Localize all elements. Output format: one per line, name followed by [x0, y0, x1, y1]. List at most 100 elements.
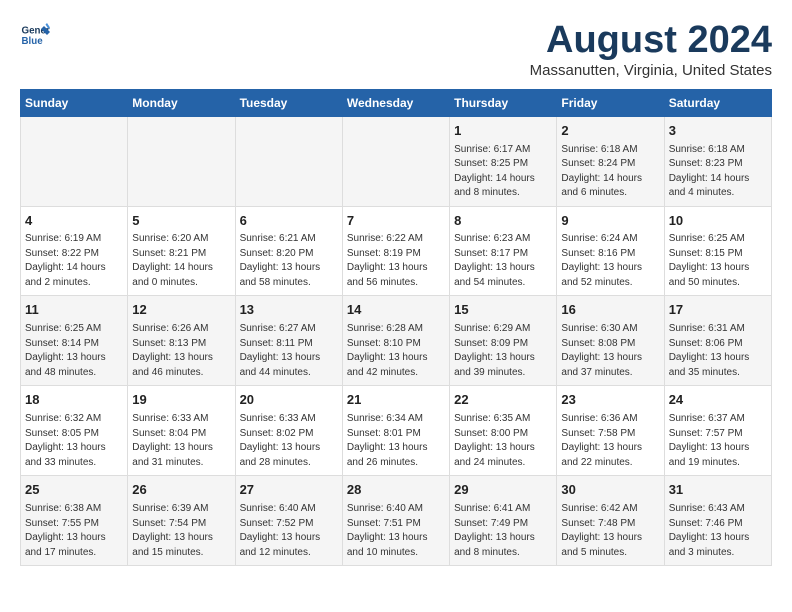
day-cell: 1 Sunrise: 6:17 AM Sunset: 8:25 PM Daylig… — [450, 116, 557, 206]
day-number: 6 — [240, 212, 338, 231]
day-info: Sunrise: 6:28 AM Sunset: 8:10 PM Dayligh… — [347, 322, 445, 380]
day-info: Sunrise: 6:35 AM Sunset: 8:00 PM Dayligh… — [454, 412, 552, 470]
day-number: 2 — [561, 122, 659, 141]
week-row-3: 11Sunrise: 6:25 AM Sunset: 8:14 PM Dayli… — [21, 296, 772, 386]
day-cell: 4Sunrise: 6:19 AM Sunset: 8:22 PM Daylig… — [21, 206, 128, 296]
day-number: 30 — [561, 481, 659, 500]
day-info: Sunrise: 6:21 AM Sunset: 8:20 PM Dayligh… — [240, 232, 338, 290]
day-cell: 17 Sunrise: 6:31 AM Sunset: 8:06 PM Dayli… — [664, 296, 771, 386]
calendar-table: SundayMondayTuesdayWednesdayThursdayFrid… — [20, 89, 772, 566]
day-number: 12 — [132, 301, 230, 320]
day-number: 23 — [561, 391, 659, 410]
day-number: 3 — [669, 122, 767, 141]
day-number: 13 — [240, 301, 338, 320]
day-number: 21 — [347, 391, 445, 410]
day-info: Sunrise: 6:32 AM Sunset: 8:05 PM Dayligh… — [25, 412, 123, 470]
day-cell: 5Sunrise: 6:20 AM Sunset: 8:21 PM Daylig… — [128, 206, 235, 296]
day-number: 4 — [25, 212, 123, 231]
week-row-4: 18 Sunrise: 6:32 AM Sunset: 8:05 PM Dayli… — [21, 386, 772, 476]
day-info: Sunrise: 6:20 AM Sunset: 8:21 PM Dayligh… — [132, 232, 230, 290]
svg-text:Blue: Blue — [22, 36, 44, 47]
day-info: Sunrise: 6:41 AM Sunset: 7:49 PM Dayligh… — [454, 502, 552, 560]
day-info: Sunrise: 6:40 AM Sunset: 7:52 PM Dayligh… — [240, 502, 338, 560]
day-number: 24 — [669, 391, 767, 410]
column-header-tuesday: Tuesday — [235, 89, 342, 116]
day-cell: 7Sunrise: 6:22 AM Sunset: 8:19 PM Daylig… — [342, 206, 449, 296]
day-info: Sunrise: 6:22 AM Sunset: 8:19 PM Dayligh… — [347, 232, 445, 290]
day-cell: 22 Sunrise: 6:35 AM Sunset: 8:00 PM Dayli… — [450, 386, 557, 476]
day-cell: 20 Sunrise: 6:33 AM Sunset: 8:02 PM Dayli… — [235, 386, 342, 476]
day-info: Sunrise: 6:18 AM Sunset: 8:24 PM Dayligh… — [561, 143, 659, 201]
day-cell: 12Sunrise: 6:26 AM Sunset: 8:13 PM Dayli… — [128, 296, 235, 386]
day-info: Sunrise: 6:17 AM Sunset: 8:25 PM Dayligh… — [454, 143, 552, 201]
day-info: Sunrise: 6:33 AM Sunset: 8:04 PM Dayligh… — [132, 412, 230, 470]
week-row-5: 25 Sunrise: 6:38 AM Sunset: 7:55 PM Dayli… — [21, 476, 772, 566]
calendar-header: SundayMondayTuesdayWednesdayThursdayFrid… — [21, 89, 772, 116]
day-cell: 28 Sunrise: 6:40 AM Sunset: 7:51 PM Dayli… — [342, 476, 449, 566]
day-number: 7 — [347, 212, 445, 231]
day-number: 1 — [454, 122, 552, 141]
week-row-1: 1 Sunrise: 6:17 AM Sunset: 8:25 PM Daylig… — [21, 116, 772, 206]
day-cell: 8Sunrise: 6:23 AM Sunset: 8:17 PM Daylig… — [450, 206, 557, 296]
day-number: 27 — [240, 481, 338, 500]
day-info: Sunrise: 6:33 AM Sunset: 8:02 PM Dayligh… — [240, 412, 338, 470]
day-cell — [21, 116, 128, 206]
day-number: 15 — [454, 301, 552, 320]
day-info: Sunrise: 6:31 AM Sunset: 8:06 PM Dayligh… — [669, 322, 767, 380]
day-cell — [342, 116, 449, 206]
day-cell — [235, 116, 342, 206]
day-info: Sunrise: 6:39 AM Sunset: 7:54 PM Dayligh… — [132, 502, 230, 560]
day-info: Sunrise: 6:37 AM Sunset: 7:57 PM Dayligh… — [669, 412, 767, 470]
day-info: Sunrise: 6:29 AM Sunset: 8:09 PM Dayligh… — [454, 322, 552, 380]
day-number: 22 — [454, 391, 552, 410]
day-number: 9 — [561, 212, 659, 231]
day-number: 5 — [132, 212, 230, 231]
day-info: Sunrise: 6:38 AM Sunset: 7:55 PM Dayligh… — [25, 502, 123, 560]
day-info: Sunrise: 6:18 AM Sunset: 8:23 PM Dayligh… — [669, 143, 767, 201]
day-cell: 14 Sunrise: 6:28 AM Sunset: 8:10 PM Dayli… — [342, 296, 449, 386]
day-cell: 26Sunrise: 6:39 AM Sunset: 7:54 PM Dayli… — [128, 476, 235, 566]
day-number: 17 — [669, 301, 767, 320]
day-number: 16 — [561, 301, 659, 320]
day-number: 11 — [25, 301, 123, 320]
day-info: Sunrise: 6:40 AM Sunset: 7:51 PM Dayligh… — [347, 502, 445, 560]
day-cell: 2 Sunrise: 6:18 AM Sunset: 8:24 PM Daylig… — [557, 116, 664, 206]
day-number: 20 — [240, 391, 338, 410]
subtitle: Massanutten, Virginia, United States — [530, 62, 772, 79]
logo-icon: General Blue — [20, 20, 50, 50]
day-cell: 18 Sunrise: 6:32 AM Sunset: 8:05 PM Dayli… — [21, 386, 128, 476]
day-info: Sunrise: 6:27 AM Sunset: 8:11 PM Dayligh… — [240, 322, 338, 380]
day-info: Sunrise: 6:23 AM Sunset: 8:17 PM Dayligh… — [454, 232, 552, 290]
column-header-thursday: Thursday — [450, 89, 557, 116]
day-number: 31 — [669, 481, 767, 500]
day-number: 28 — [347, 481, 445, 500]
day-cell: 10Sunrise: 6:25 AM Sunset: 8:15 PM Dayli… — [664, 206, 771, 296]
day-cell: 31Sunrise: 6:43 AM Sunset: 7:46 PM Dayli… — [664, 476, 771, 566]
day-cell: 24 Sunrise: 6:37 AM Sunset: 7:57 PM Dayli… — [664, 386, 771, 476]
column-header-friday: Friday — [557, 89, 664, 116]
day-number: 14 — [347, 301, 445, 320]
column-header-wednesday: Wednesday — [342, 89, 449, 116]
day-number: 19 — [132, 391, 230, 410]
day-number: 18 — [25, 391, 123, 410]
main-title: August 2024 — [530, 20, 772, 62]
day-info: Sunrise: 6:34 AM Sunset: 8:01 PM Dayligh… — [347, 412, 445, 470]
day-cell: 15 Sunrise: 6:29 AM Sunset: 8:09 PM Dayli… — [450, 296, 557, 386]
day-number: 29 — [454, 481, 552, 500]
day-cell: 29 Sunrise: 6:41 AM Sunset: 7:49 PM Dayli… — [450, 476, 557, 566]
week-row-2: 4Sunrise: 6:19 AM Sunset: 8:22 PM Daylig… — [21, 206, 772, 296]
day-info: Sunrise: 6:19 AM Sunset: 8:22 PM Dayligh… — [25, 232, 123, 290]
column-header-monday: Monday — [128, 89, 235, 116]
day-cell: 25 Sunrise: 6:38 AM Sunset: 7:55 PM Dayli… — [21, 476, 128, 566]
day-info: Sunrise: 6:36 AM Sunset: 7:58 PM Dayligh… — [561, 412, 659, 470]
day-number: 25 — [25, 481, 123, 500]
day-cell — [128, 116, 235, 206]
column-header-saturday: Saturday — [664, 89, 771, 116]
day-cell: 19 Sunrise: 6:33 AM Sunset: 8:04 PM Dayli… — [128, 386, 235, 476]
day-cell: 13 Sunrise: 6:27 AM Sunset: 8:11 PM Dayli… — [235, 296, 342, 386]
calendar-body: 1 Sunrise: 6:17 AM Sunset: 8:25 PM Daylig… — [21, 116, 772, 565]
day-cell: 27 Sunrise: 6:40 AM Sunset: 7:52 PM Dayli… — [235, 476, 342, 566]
day-cell: 16Sunrise: 6:30 AM Sunset: 8:08 PM Dayli… — [557, 296, 664, 386]
column-header-sunday: Sunday — [21, 89, 128, 116]
title-block: August 2024 Massanutten, Virginia, Unite… — [530, 20, 772, 79]
